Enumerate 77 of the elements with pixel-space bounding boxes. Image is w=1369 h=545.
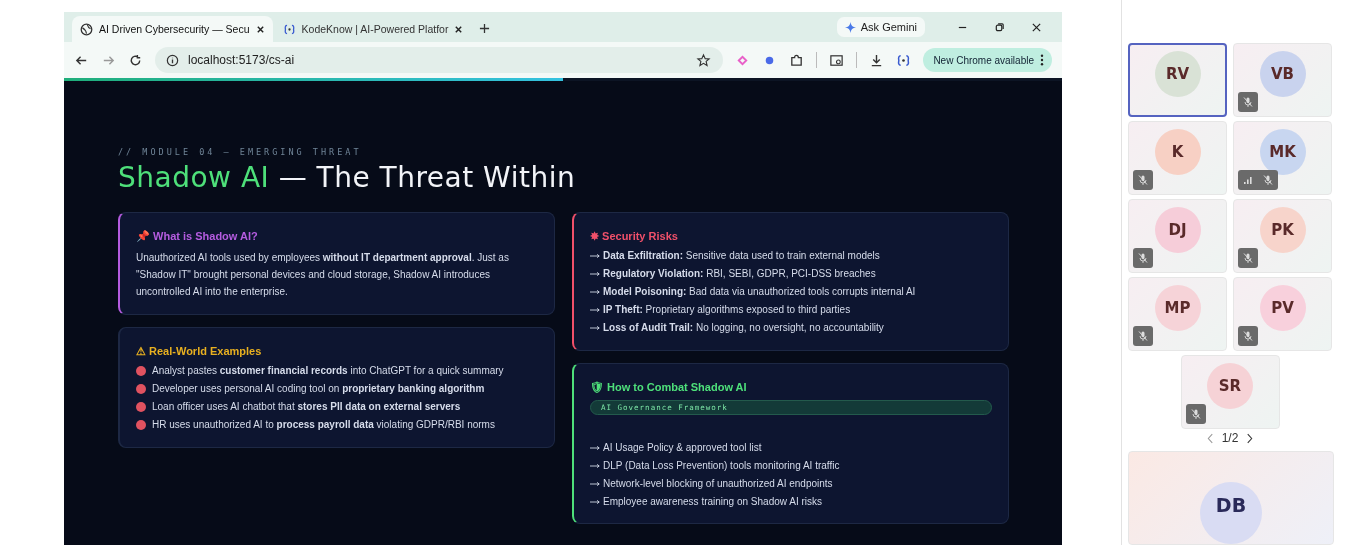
list-item: Regulatory Violation: RBI, SEBI, GDPR, PCI-DSS breaches: [603, 267, 876, 281]
star-icon[interactable]: [696, 52, 712, 68]
arrow-icon: [590, 498, 600, 505]
participant-tile[interactable]: PK: [1233, 199, 1332, 273]
next-page-icon[interactable]: [1246, 432, 1254, 444]
example-item: HR uses unauthorized AI to process payroll data violating GDPR/RBI norms: [152, 418, 495, 432]
more-options-icon: [1040, 54, 1044, 66]
arrow-icon: [590, 325, 600, 332]
title-highlight: Shadow AI: [118, 161, 270, 194]
example-item: Analyst pastes customer financial records into ChatGPT for a quick summary: [152, 364, 504, 378]
arrow-icon: [590, 307, 600, 314]
participant-tile[interactable]: K: [1128, 121, 1227, 195]
reload-icon[interactable]: [128, 52, 143, 68]
close-tab-icon[interactable]: [454, 24, 464, 34]
avatar-initials: DB: [1200, 482, 1262, 544]
list-item: Employee awareness training on Shadow AI risks: [603, 494, 822, 509]
card-heading: 📌 What is Shadow AI?: [136, 230, 259, 243]
puzzle-icon[interactable]: [789, 52, 805, 68]
card-paragraph: Unauthorized AI tools used by employees without IT department approval. Just as "Shadow IT" brought personal devices and cloud storage, Shadow AI introduces uncontrolled AI into the enterprise.: [136, 251, 510, 299]
list-item: Data Exfiltration: Sensitive data used to train external models: [603, 249, 880, 263]
globe-icon: [80, 22, 93, 36]
arrow-icon: [590, 289, 600, 296]
restore-icon[interactable]: [994, 21, 1005, 33]
bullet-dot-icon: [136, 384, 146, 395]
example-item: Loan officer uses AI chatbot that stores PII data on external servers: [152, 400, 461, 414]
avatar-initials: PV: [1259, 285, 1306, 331]
sparkle-icon: [844, 21, 856, 33]
avatar-initials: RV: [1154, 51, 1201, 97]
diamond-extension-icon[interactable]: [735, 52, 751, 68]
arrow-icon: [590, 462, 600, 469]
avatar-initials: PK: [1259, 207, 1306, 253]
card-heading: 🛡 How to Combat Shadow AI: [590, 380, 748, 394]
avatar-initials: DJ: [1154, 207, 1201, 253]
bullet-dot-icon: [136, 420, 146, 431]
spotlight-tile[interactable]: DB: [1128, 451, 1334, 545]
avatar-initials: MK: [1259, 129, 1306, 175]
address-bar[interactable]: localhost:5173/cs-ai: [155, 47, 724, 73]
page-title: — The Threat Within: [278, 161, 576, 194]
arrow-icon: [590, 444, 600, 451]
close-icon[interactable]: [1031, 21, 1042, 33]
participant-tile[interactable]: PV: [1233, 277, 1332, 351]
list-item: Network-level blocking of unauthorized AI endpoints: [603, 476, 833, 491]
list-item: Loss of Audit Trail: No logging, no oversight, no accountability: [603, 321, 884, 335]
bullet-dot-icon: [136, 402, 146, 413]
participant-tile[interactable]: MK: [1233, 121, 1332, 195]
avatar-initials: VB: [1259, 51, 1306, 97]
card-heading: ✸ Security Risks: [590, 230, 679, 243]
participant-tile[interactable]: VB: [1233, 43, 1332, 117]
module-label: // MODULE 04 — EMERGING THREAT: [118, 147, 363, 157]
code-braces-icon[interactable]: [896, 52, 912, 68]
bullet-dot-icon: [136, 366, 146, 377]
browser-tab[interactable]: AI Driven Cybersecurity — Secu: [72, 16, 273, 42]
participant-tile[interactable]: SR: [1180, 355, 1280, 429]
browser-tab[interactable]: KodeKnow | AI-Powered Platfor: [274, 16, 472, 42]
arrow-icon: [590, 271, 600, 278]
list-item: IP Theft: Proprietary algorithms exposed to third parties: [603, 303, 851, 317]
new-tab-icon[interactable]: [479, 23, 491, 34]
info-icon[interactable]: [165, 52, 180, 68]
participant-tile[interactable]: DJ: [1128, 199, 1227, 273]
arrow-icon: [590, 253, 600, 260]
list-item: DLP (Data Loss Prevention) tools monitoring AI traffic: [603, 458, 840, 473]
list-item: AI Usage Policy & approved tool list: [603, 440, 762, 455]
ask-gemini-button[interactable]: Ask Gemini: [836, 17, 925, 37]
avatar-initials: K: [1154, 129, 1201, 175]
code-braces-icon: [282, 22, 296, 36]
new-chrome-available-button[interactable]: New Chrome available: [923, 48, 1052, 72]
list-item: Model Poisoning: Bad data via unauthorized tools corrupts internal AI: [603, 285, 916, 299]
tab-search-icon[interactable]: [829, 52, 845, 68]
avatar-initials: SR: [1207, 363, 1253, 409]
arrow-icon: [590, 480, 600, 487]
card-heading: ⚠ Real-World Examples: [136, 345, 263, 358]
example-item: Developer uses personal AI coding tool on proprietary banking algorithm: [152, 382, 485, 396]
close-tab-icon[interactable]: [255, 24, 265, 34]
participant-tile[interactable]: RV: [1128, 43, 1227, 117]
avatar-initials: MP: [1154, 285, 1201, 331]
participant-tile[interactable]: MP: [1128, 277, 1227, 351]
page-indicator: 1/2: [1221, 431, 1239, 445]
